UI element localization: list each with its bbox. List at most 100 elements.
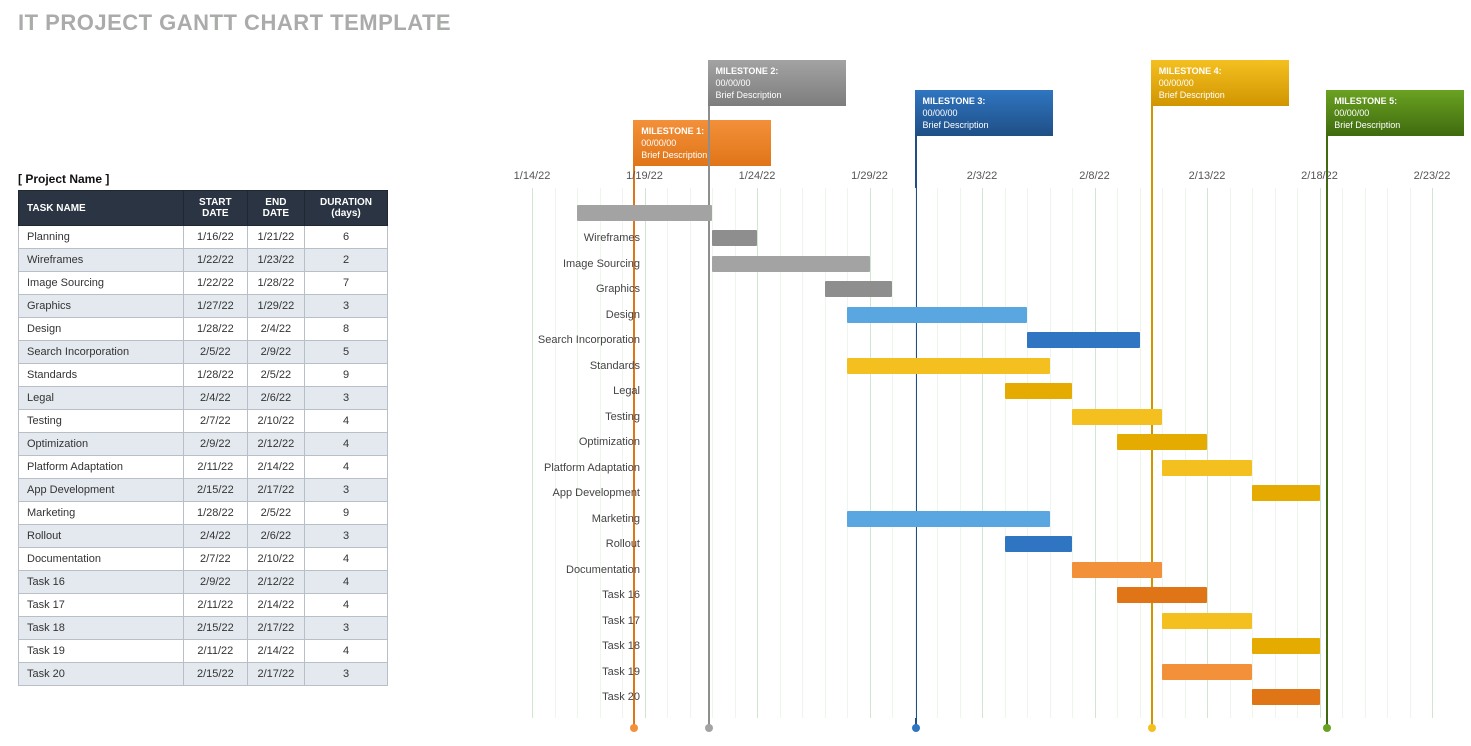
cell-task-name: Task 16 bbox=[19, 571, 184, 594]
cell-duration: 6 bbox=[305, 226, 388, 249]
gantt-bar bbox=[1162, 664, 1252, 680]
cell-start: 2/11/22 bbox=[184, 456, 248, 479]
gantt-bar bbox=[825, 281, 893, 297]
cell-task-name: Design bbox=[19, 318, 184, 341]
cell-end: 1/23/22 bbox=[247, 249, 304, 272]
cell-start: 2/15/22 bbox=[184, 479, 248, 502]
cell-start: 1/22/22 bbox=[184, 249, 248, 272]
task-row-label: Optimization bbox=[510, 436, 640, 448]
col-start-date: START DATE bbox=[184, 191, 248, 226]
cell-end: 2/17/22 bbox=[247, 479, 304, 502]
milestone-flag: MILESTONE 4:00/00/00Brief Description bbox=[1151, 60, 1289, 106]
cell-duration: 3 bbox=[305, 387, 388, 410]
cell-task-name: Task 20 bbox=[19, 663, 184, 686]
gridline bbox=[1320, 188, 1321, 718]
table-row: Standards1/28/222/5/229 bbox=[19, 364, 388, 387]
table-row: Wireframes1/22/221/23/222 bbox=[19, 249, 388, 272]
table-row: Search Incorporation2/5/222/9/225 bbox=[19, 341, 388, 364]
cell-start: 2/15/22 bbox=[184, 663, 248, 686]
cell-start: 2/5/22 bbox=[184, 341, 248, 364]
cell-duration: 9 bbox=[305, 364, 388, 387]
page-title: IT PROJECT GANTT CHART TEMPLATE bbox=[18, 10, 451, 36]
gridline bbox=[870, 188, 871, 718]
cell-task-name: Legal bbox=[19, 387, 184, 410]
cell-duration: 9 bbox=[305, 502, 388, 525]
table-row: Task 172/11/222/14/224 bbox=[19, 594, 388, 617]
cell-duration: 2 bbox=[305, 249, 388, 272]
x-axis-label: 2/3/22 bbox=[967, 170, 998, 182]
gantt-bar bbox=[1005, 383, 1073, 399]
gantt-bar bbox=[1162, 460, 1252, 476]
gridline bbox=[645, 188, 646, 718]
x-axis-label: 2/18/22 bbox=[1301, 170, 1338, 182]
gantt-bar bbox=[847, 358, 1050, 374]
cell-end: 2/17/22 bbox=[247, 617, 304, 640]
cell-start: 1/28/22 bbox=[184, 502, 248, 525]
cell-task-name: Image Sourcing bbox=[19, 272, 184, 295]
cell-start: 2/4/22 bbox=[184, 525, 248, 548]
gantt-bar bbox=[1027, 332, 1140, 348]
table-row: Task 182/15/222/17/223 bbox=[19, 617, 388, 640]
cell-start: 1/28/22 bbox=[184, 364, 248, 387]
gantt-bar bbox=[1162, 613, 1252, 629]
cell-start: 1/16/22 bbox=[184, 226, 248, 249]
table-row: App Development2/15/222/17/223 bbox=[19, 479, 388, 502]
gantt-bar bbox=[712, 256, 870, 272]
task-row-label: Task 20 bbox=[510, 691, 640, 703]
cell-task-name: Testing bbox=[19, 410, 184, 433]
task-row-label: Image Sourcing bbox=[510, 258, 640, 270]
cell-end: 2/5/22 bbox=[247, 502, 304, 525]
task-row-label: Rollout bbox=[510, 538, 640, 550]
x-axis-label: 2/23/22 bbox=[1414, 170, 1451, 182]
task-row-label: Documentation bbox=[510, 564, 640, 576]
table-row: Rollout2/4/222/6/223 bbox=[19, 525, 388, 548]
cell-start: 2/15/22 bbox=[184, 617, 248, 640]
cell-task-name: App Development bbox=[19, 479, 184, 502]
task-row-label: Platform Adaptation bbox=[510, 462, 640, 474]
task-row-label: Task 17 bbox=[510, 615, 640, 627]
cell-end: 2/6/22 bbox=[247, 387, 304, 410]
task-row-label: Graphics bbox=[510, 283, 640, 295]
gantt-bar bbox=[847, 511, 1050, 527]
cell-end: 2/14/22 bbox=[247, 594, 304, 617]
gantt-bar bbox=[712, 230, 757, 246]
cell-end: 1/28/22 bbox=[247, 272, 304, 295]
cell-duration: 8 bbox=[305, 318, 388, 341]
cell-duration: 4 bbox=[305, 456, 388, 479]
milestone-flag: MILESTONE 5:00/00/00Brief Description bbox=[1326, 90, 1464, 136]
table-row: Legal2/4/222/6/223 bbox=[19, 387, 388, 410]
gantt-bar bbox=[1117, 434, 1207, 450]
cell-task-name: Standards bbox=[19, 364, 184, 387]
x-axis-label: 1/19/22 bbox=[626, 170, 663, 182]
cell-end: 2/4/22 bbox=[247, 318, 304, 341]
task-row-label: App Development bbox=[510, 487, 640, 499]
project-name-label: [ Project Name ] bbox=[18, 172, 109, 186]
x-axis-label: 1/29/22 bbox=[851, 170, 888, 182]
gantt-bar bbox=[1252, 485, 1320, 501]
cell-duration: 4 bbox=[305, 594, 388, 617]
cell-start: 2/7/22 bbox=[184, 548, 248, 571]
cell-end: 2/10/22 bbox=[247, 548, 304, 571]
cell-task-name: Task 19 bbox=[19, 640, 184, 663]
cell-task-name: Optimization bbox=[19, 433, 184, 456]
milestone-flag: MILESTONE 2:00/00/00Brief Description bbox=[708, 60, 846, 106]
task-row-label: Task 18 bbox=[510, 640, 640, 652]
cell-start: 1/22/22 bbox=[184, 272, 248, 295]
task-row-label: Task 19 bbox=[510, 666, 640, 678]
cell-task-name: Rollout bbox=[19, 525, 184, 548]
table-row: Marketing1/28/222/5/229 bbox=[19, 502, 388, 525]
table-row: Documentation2/7/222/10/224 bbox=[19, 548, 388, 571]
x-axis-label: 1/24/22 bbox=[739, 170, 776, 182]
col-task-name: TASK NAME bbox=[19, 191, 184, 226]
x-axis-label: 2/8/22 bbox=[1079, 170, 1110, 182]
table-row: Task 192/11/222/14/224 bbox=[19, 640, 388, 663]
cell-end: 1/29/22 bbox=[247, 295, 304, 318]
cell-duration: 3 bbox=[305, 663, 388, 686]
x-axis-label: 1/14/22 bbox=[514, 170, 551, 182]
cell-end: 2/6/22 bbox=[247, 525, 304, 548]
cell-duration: 3 bbox=[305, 617, 388, 640]
gantt-bar bbox=[1072, 562, 1162, 578]
table-row: Platform Adaptation2/11/222/14/224 bbox=[19, 456, 388, 479]
cell-start: 2/9/22 bbox=[184, 571, 248, 594]
table-row: Task 202/15/222/17/223 bbox=[19, 663, 388, 686]
